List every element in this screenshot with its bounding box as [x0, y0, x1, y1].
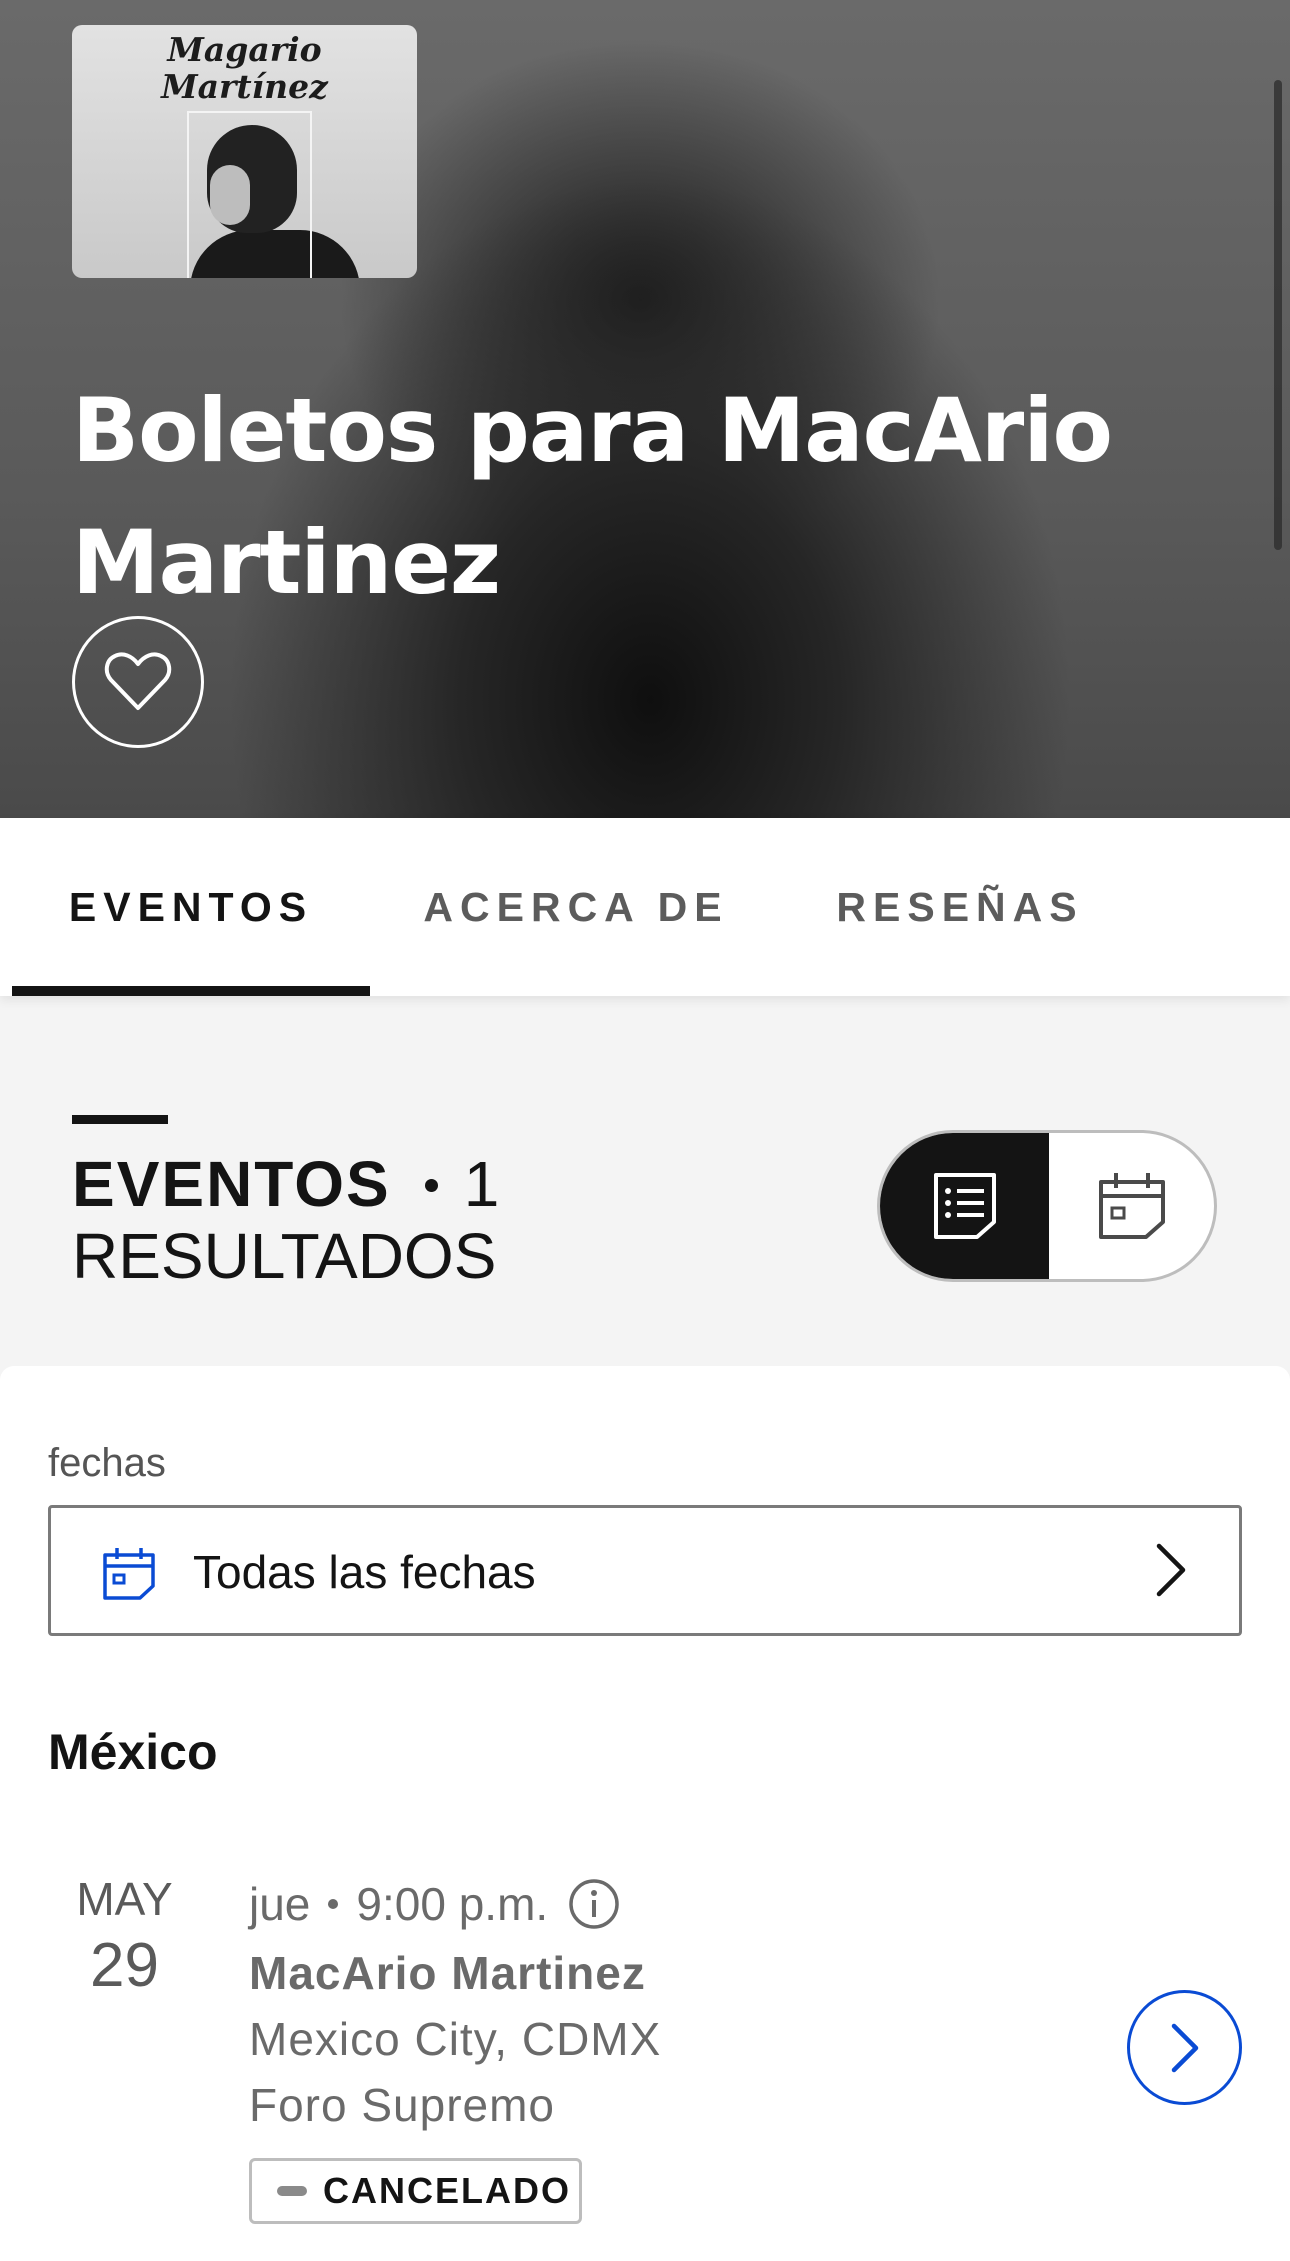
view-toggle: [877, 1130, 1217, 1282]
calendar-icon: [103, 1548, 155, 1600]
date-filter-value: Todas las fechas: [193, 1546, 536, 1598]
artist-hero: Magario Martínez Boletos para MacArio Ma…: [0, 0, 1290, 818]
event-venue: Foro Supremo: [249, 2079, 556, 2131]
tab-acerca-de[interactable]: ACERCA DE: [410, 818, 742, 996]
bullet-separator: [328, 1899, 339, 1909]
page-title: Boletos para MacArio Martinez: [72, 379, 1113, 614]
event-time: 9:00 p.m.: [356, 1878, 549, 1930]
results-heading-label: EVENTOS: [72, 1148, 391, 1220]
event-weekday: jue: [249, 1878, 311, 1930]
favorite-button[interactable]: [72, 616, 204, 748]
album-art-line-1: Magario: [167, 30, 322, 69]
active-tab-indicator: [12, 986, 370, 996]
section-accent-bar: [72, 1115, 168, 1124]
album-art: Magario Martínez: [72, 25, 417, 278]
calendar-view-icon: [1098, 1173, 1165, 1239]
results-heading: EVENTOS 1 RESULTADOS: [72, 1148, 499, 1292]
heart-outline-icon: [104, 652, 172, 710]
status-badge: CANCELADO: [249, 2158, 582, 2224]
status-dash-icon: [277, 2186, 307, 2196]
events-card: fechas Todas las fechas México MAY 29 ju…: [0, 1366, 1290, 2261]
results-count: 1: [463, 1148, 500, 1220]
date-filter-label: fechas: [48, 1441, 166, 1485]
event-day: 29: [90, 1931, 159, 2000]
event-name: MacArio Martinez: [249, 1947, 646, 1999]
country-heading: México: [48, 1724, 218, 1780]
list-view-icon: [933, 1173, 996, 1239]
event-datetime: jue 9:00 p.m.: [249, 1878, 620, 1930]
event-details-button[interactable]: [1127, 1990, 1242, 2105]
album-art-frame: [187, 111, 312, 278]
tab-resenas[interactable]: RESEÑAS: [825, 818, 1095, 996]
album-art-line-2: Martínez: [161, 67, 328, 106]
bullet-separator: [424, 1178, 438, 1192]
status-badge-label: CANCELADO: [323, 2170, 571, 2211]
event-city: Mexico City, CDMX: [249, 2013, 662, 2065]
info-icon[interactable]: [568, 1878, 620, 1930]
results-suffix: RESULTADOS: [72, 1220, 497, 1292]
calendar-view-button[interactable]: [1049, 1133, 1214, 1279]
tab-bar: EVENTOS ACERCA DE RESEÑAS: [0, 818, 1290, 996]
album-art-title: Magario Martínez: [72, 31, 417, 105]
list-view-button[interactable]: [880, 1133, 1049, 1279]
tab-eventos[interactable]: EVENTOS: [12, 818, 370, 996]
chevron-right-icon: [1171, 2023, 1198, 2072]
scrollbar[interactable]: [1274, 80, 1282, 550]
event-month: MAY: [76, 1873, 173, 1925]
date-filter-button[interactable]: Todas las fechas: [48, 1505, 1242, 1636]
chevron-right-icon: [1156, 1543, 1186, 1597]
